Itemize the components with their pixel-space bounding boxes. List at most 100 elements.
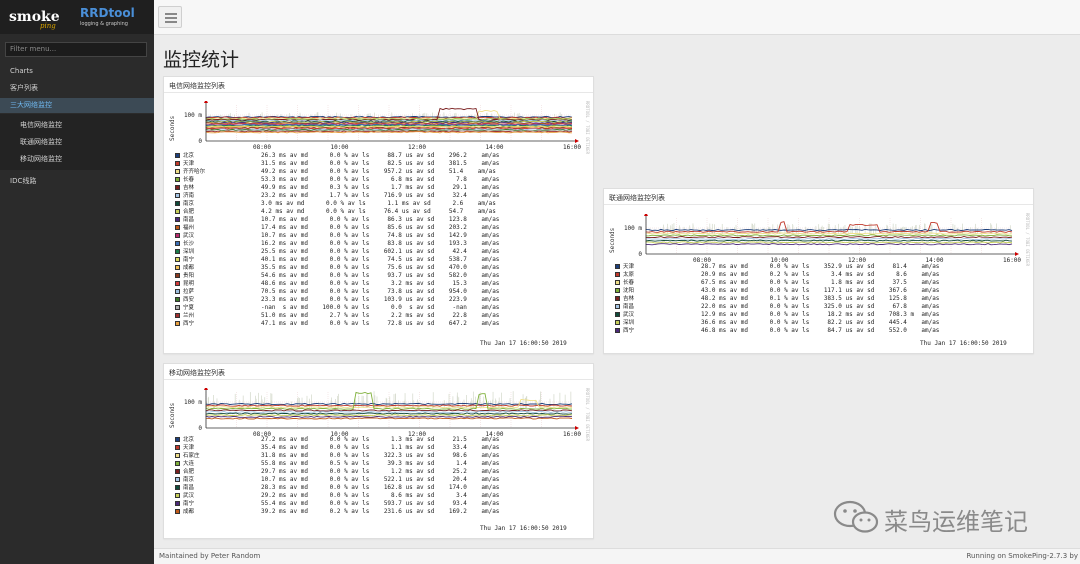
sidebar-subitem-telecom[interactable]: 电信网络监控	[0, 117, 154, 133]
legend-row: 北京 26.3 ms av md 0.0 % av ls 88.7 us av s…	[175, 152, 585, 160]
legend-stats: 16.2 ms av md 0.0 % av ls 83.8 us av sd …	[261, 240, 500, 247]
legend-stats: 23.3 ms av md 0.0 % av ls 103.9 us av sd…	[261, 296, 500, 303]
legend-swatch	[615, 264, 620, 269]
legend-swatch	[175, 321, 180, 326]
graph-timestamp: Thu Jan 17 16:00:50 2019	[920, 340, 1007, 347]
legend-swatch	[175, 153, 180, 158]
legend-swatch	[175, 217, 180, 222]
legend-target-name: 西宁	[183, 321, 195, 327]
legend-row: 南昌 10.7 ms av md 0.0 % av ls 86.3 us av s…	[175, 216, 585, 224]
legend-swatch	[615, 304, 620, 309]
legend-target-name: 南京	[183, 201, 195, 207]
legend-swatch	[175, 477, 180, 482]
latency-graph-unicom[interactable]: 100 m008:00 10:00 12:00 14:00 16:00	[608, 214, 1028, 266]
legend-stats: 70.5 ms av md 0.0 % av ls 73.8 us av sd …	[261, 288, 500, 295]
sidebar-item-charts[interactable]: Charts	[0, 64, 154, 79]
legend-swatch	[175, 209, 180, 214]
legend-target-name: 济南	[183, 193, 195, 199]
legend-target-name: 长春	[183, 177, 195, 183]
legend-target-name: 太原	[623, 272, 635, 278]
filter-menu-input[interactable]: Filter menu...	[5, 42, 147, 57]
legend-stats: 40.1 ms av md 0.0 % av ls 74.5 us av sd …	[261, 256, 500, 263]
legend-swatch	[175, 273, 180, 278]
legend-swatch	[175, 509, 180, 514]
legend-stats: 55.8 ms av md 0.5 % av ls 39.3 ms av sd …	[261, 460, 500, 467]
legend-stats: 23.2 ms av md 1.7 % av ls 716.9 us av sd…	[261, 192, 500, 199]
graph-timestamp: Thu Jan 17 16:00:50 2019	[480, 340, 567, 347]
legend-row: 南宁 55.4 ms av md 0.0 % av ls 593.7 us av …	[175, 500, 585, 508]
legend-swatch	[175, 289, 180, 294]
legend-swatch	[615, 288, 620, 293]
smokeping-logo[interactable]: smoke ping RRDtool logging & graphing	[0, 0, 154, 34]
legend-target-name: 武汉	[183, 233, 195, 239]
panel-title: 移动网络监控列表	[169, 369, 225, 377]
legend-stats: 10.7 ms av md 0.0 % av ls 522.1 us av sd…	[261, 476, 500, 483]
legend-row: 吉林 48.2 ms av md 0.1 % av ls 383.5 us av …	[615, 295, 1025, 303]
menu-toggle-button[interactable]	[158, 6, 182, 28]
legend-target-name: 兰州	[183, 313, 195, 319]
legend-row: 长春 53.3 ms av md 0.0 % av ls 6.8 ms av sd…	[175, 176, 585, 184]
legend-row: 石家庄 31.8 ms av md 0.0 % av ls 322.3 us av…	[175, 452, 585, 460]
legend-row: 武汉 10.7 ms av md 0.0 % av ls 74.8 us av s…	[175, 232, 585, 240]
legend-row: 宁夏 -nan s av md 100.0 % av ls 0.0 s av sd…	[175, 304, 585, 312]
legend-stats: 55.4 ms av md 0.0 % av ls 593.7 us av sd…	[261, 500, 500, 507]
legend-target-name: 合肥	[183, 469, 195, 475]
legend-row: 南昌 28.3 ms av md 0.0 % av ls 162.8 us av …	[175, 484, 585, 492]
legend-stats: 29.7 ms av md 0.0 % av ls 1.2 ms av sd 2…	[261, 468, 500, 475]
x-axis-arrow	[1015, 252, 1019, 256]
legend-target-name: 武汉	[623, 312, 635, 318]
legend-row: 西宁 47.1 ms av md 0.0 % av ls 72.8 us av s…	[175, 320, 585, 328]
legend-stats: 31.8 ms av md 0.0 % av ls 322.3 us av sd…	[261, 452, 500, 459]
legend-row: 南京 3.0 ms av md 0.0 % av ls 1.1 ms av sd …	[175, 200, 585, 208]
sidebar-item-customers[interactable]: 客户列表	[0, 81, 154, 96]
legend-swatch	[175, 169, 180, 174]
legend-row: 大连 55.8 ms av md 0.5 % av ls 39.3 ms av s…	[175, 460, 585, 468]
legend-target-name: 成都	[183, 265, 195, 271]
y-tick-label: 100 m	[184, 112, 202, 119]
x-axis-arrow	[575, 426, 579, 430]
panel-unicom: 联通网络监控列表 100 m 0 08:00 10:00 12:00 14:00 16:00…	[603, 188, 1034, 354]
legend-stats: 48.2 ms av md 0.1 % av ls 383.5 us av sd…	[701, 295, 940, 302]
legend-row: 福州 17.4 ms av md 0.0 % av ls 85.6 us av s…	[175, 224, 585, 232]
legend-target-name: 吉林	[623, 296, 635, 302]
legend-target-name: 南宁	[183, 501, 195, 507]
legend-target-name: 西安	[183, 297, 195, 303]
legend-swatch	[175, 249, 180, 254]
legend-swatch	[175, 193, 180, 198]
graph-timestamp: Thu Jan 17 16:00:50 2019	[480, 525, 567, 532]
y-axis-arrow	[644, 214, 648, 216]
legend-row: 深圳 36.6 ms av md 0.0 % av ls 82.2 us av s…	[615, 319, 1025, 327]
y-tick-label: 0	[198, 138, 202, 145]
legend-stats: 49.9 ms av md 0.3 % av ls 1.7 ms av sd 2…	[261, 184, 500, 191]
legend-swatch	[175, 453, 180, 458]
legend-row: 南京 10.7 ms av md 0.0 % av ls 522.1 us av …	[175, 476, 585, 484]
legend-swatch	[175, 297, 180, 302]
legend-swatch	[615, 312, 620, 317]
legend-stats: 36.6 ms av md 0.0 % av ls 82.2 us av sd …	[701, 319, 940, 326]
sidebar-item-three-networks[interactable]: 三大网络监控	[0, 98, 154, 113]
x-tick-label: 10:00	[330, 144, 348, 151]
latency-graph-telecom[interactable]: 100 m 0 08:00 10:00 12:00 14:00 16:00	[168, 101, 588, 153]
y-axis-arrow	[204, 388, 208, 390]
legend-stats: 4.2 ms av md 0.0 % av ls 76.4 us av sd 5…	[261, 208, 496, 215]
legend-row: 成都 35.5 ms av md 0.0 % av ls 75.6 us av s…	[175, 264, 585, 272]
latency-graph-mobile[interactable]: 100 m008:00 10:00 12:00 14:00 16:00	[168, 388, 588, 440]
legend-row: 南宁 40.1 ms av md 0.0 % av ls 74.5 us av s…	[175, 256, 585, 264]
legend-row: 西安 23.3 ms av md 0.0 % av ls 103.9 us av …	[175, 296, 585, 304]
legend-row: 深圳 25.5 ms av md 0.0 % av ls 602.1 us av …	[175, 248, 585, 256]
hamburger-icon	[165, 13, 177, 15]
logo-rrdtool-text: RRDtool	[80, 6, 135, 20]
legend-target-name: 拉萨	[183, 289, 195, 295]
footer-maintainer: Maintained by Peter Random	[159, 552, 261, 560]
sidebar-item-idc[interactable]: IDC线路	[0, 174, 154, 189]
sidebar-subitem-mobile[interactable]: 移动网络监控	[0, 151, 154, 167]
x-tick-label: 16:00	[563, 144, 581, 151]
legend-target-name: 吉林	[183, 185, 195, 191]
legend-stats: 53.3 ms av md 0.0 % av ls 6.8 ms av sd 7…	[261, 176, 500, 183]
legend-target-name: 北京	[183, 437, 195, 443]
sidebar-subitem-unicom[interactable]: 联通网络监控	[0, 134, 154, 150]
watermark-text: 菜鸟运维笔记	[884, 508, 1028, 536]
legend-swatch	[175, 177, 180, 182]
legend-stats: 10.7 ms av md 0.0 % av ls 74.8 us av sd …	[261, 232, 500, 239]
legend-swatch	[175, 257, 180, 262]
